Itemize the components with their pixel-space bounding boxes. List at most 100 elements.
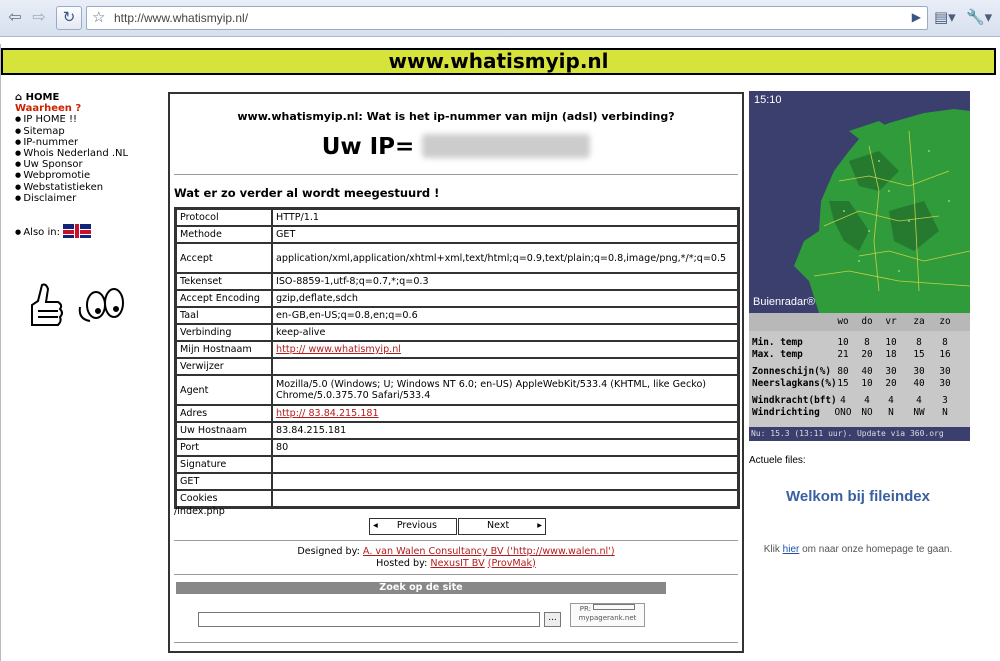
forecast-table: wo do vr za zo Nu: 15.3 (13:11 uur). Update … <box>749 313 970 441</box>
divider <box>174 540 738 541</box>
nav-home[interactable]: ⌂ HOME <box>15 92 165 103</box>
ip-blurred-value <box>422 134 591 158</box>
go-icon[interactable]: ▶ <box>912 10 921 24</box>
table-row: Accept application/xml,application/xhtml+… <box>176 243 738 273</box>
wrench-icon[interactable]: 🔧▾ <box>966 8 992 26</box>
nav-item-sitemap[interactable]: Sitemap <box>15 126 165 137</box>
left-nav: ⌂ HOME Waarheen ? IP HOME !! Sitemap IP-… <box>15 92 165 239</box>
main-panel: www.whatismyip.nl: Wat is het ip-nummer … <box>168 92 744 653</box>
header-key: Accept Encoding <box>176 290 272 307</box>
table-row: GET <box>176 473 738 490</box>
forecast-row-label: Max. temp <box>752 349 803 360</box>
forecast-value: 8 <box>942 337 948 348</box>
forecast-footer: Nu: 15.3 (13:11 uur). Update via 360.org <box>749 427 970 441</box>
forecast-row-label: Neerslagkans(%) <box>752 378 837 389</box>
header-value-link[interactable]: http:// www.whatismyip.nl <box>276 344 401 355</box>
star-icon[interactable]: ☆ <box>92 8 105 26</box>
address-bar[interactable]: ☆ http://www.whatismyip.nl/ ▶ <box>86 6 928 30</box>
reload-icon[interactable]: ↻ <box>56 6 82 30</box>
search-button[interactable]: ... <box>544 612 561 627</box>
header-key: Uw Hostnaam <box>176 422 272 439</box>
table-row: Verwijzer <box>176 358 738 375</box>
nav-item-ip-home[interactable]: IP HOME !! <box>15 114 165 125</box>
files-label: Actuele files: <box>749 455 806 466</box>
nav-item-whois[interactable]: Whois Nederland .NL <box>15 148 165 159</box>
forecast-value: 18 <box>885 349 897 360</box>
host-link-provmak[interactable]: (ProvMak) <box>488 558 536 569</box>
table-row: Tekenset ISO-8859-1,utf-8;q=0.7,*;q=0.3 <box>176 273 738 290</box>
browser-toolbar: ⇦ ⇨ ↻ ☆ http://www.whatismyip.nl/ ▶ ▤▾ 🔧… <box>0 0 1000 37</box>
forecast-value: NO <box>861 407 873 418</box>
site-search: Zoek op de site ... PR: mypagerank.net <box>176 582 666 644</box>
forecast-value: 30 <box>939 366 951 377</box>
nav-item-sponsor[interactable]: Uw Sponsor <box>15 159 165 170</box>
header-key: Signature <box>176 456 272 473</box>
forecast-day: za <box>913 316 925 327</box>
pagerank-badge[interactable]: PR: mypagerank.net <box>570 603 645 627</box>
header-key: Mijn Hostnaam <box>176 341 272 358</box>
homepage-link[interactable]: hier <box>783 544 800 555</box>
table-row: Signature <box>176 456 738 473</box>
table-row: Cookies <box>176 490 738 507</box>
table-row: Protocol HTTP/1.1 <box>176 209 738 226</box>
table-row: Mijn Hostnaam http:// www.whatismyip.nl <box>176 341 738 358</box>
header-value: keep-alive <box>272 324 738 341</box>
forecast-value: 10 <box>861 378 873 389</box>
forecast-value: 15 <box>913 349 925 360</box>
header-key: Adres <box>176 405 272 422</box>
headers-heading: Wat er zo verder al wordt meegestuurd ! <box>174 186 440 200</box>
next-button[interactable]: Next ▸ <box>458 518 546 535</box>
forecast-value: 40 <box>861 366 873 377</box>
nav-item-disclaimer[interactable]: Disclaimer <box>15 193 165 204</box>
host-link-nexusit[interactable]: NexusIT BV <box>430 558 484 569</box>
klik-post: om naar onze homepage te gaan. <box>802 544 953 555</box>
table-row: Verbinding keep-alive <box>176 324 738 341</box>
uk-flag-icon[interactable] <box>63 224 92 239</box>
forward-arrow-icon[interactable]: ⇨ <box>28 7 50 27</box>
credits: Designed by: A. van Walen Consultancy BV… <box>170 546 742 569</box>
designer-link[interactable]: A. van Walen Consultancy BV ('http://www… <box>363 546 615 557</box>
nav-item-webpromotie[interactable]: Webpromotie <box>15 170 165 181</box>
table-row: Methode GET <box>176 226 738 243</box>
previous-button[interactable]: ◂ Previous <box>369 518 457 535</box>
page-menu-icon[interactable]: ▤▾ <box>934 8 956 26</box>
forecast-value: 4 <box>864 395 870 406</box>
header-key: Accept <box>176 243 272 273</box>
forecast-value: 4 <box>840 395 846 406</box>
forecast-value: NW <box>913 407 925 418</box>
address-url[interactable]: http://www.whatismyip.nl/ <box>114 11 248 25</box>
forecast-row-label: Windrichting <box>752 407 820 418</box>
forecast-value: 8 <box>864 337 870 348</box>
weather-widget[interactable]: 15:10 Buienradar® wo do vr za zo Nu: 15.3 (1… <box>749 91 970 441</box>
header-key: Cookies <box>176 490 272 507</box>
headers-table: Protocol HTTP/1.1 Methode GET Accept applicat… <box>174 207 740 509</box>
forecast-value: 21 <box>837 349 849 360</box>
header-value <box>272 358 738 375</box>
header-value: Mozilla/5.0 (Windows; U; Windows NT 6.0;… <box>272 375 738 405</box>
forecast-day: vr <box>885 316 897 327</box>
search-input[interactable] <box>198 612 540 627</box>
divider <box>174 642 738 643</box>
nav-item-ip-nummer[interactable]: IP-nummer <box>15 137 165 148</box>
forecast-value: 10 <box>837 337 849 348</box>
forecast-value: 8 <box>916 337 922 348</box>
header-value: http:// 83.84.215.181 <box>272 405 738 422</box>
site-title: www.whatismyip.nl <box>1 48 996 75</box>
header-value: 80 <box>272 439 738 456</box>
forecast-value: 30 <box>885 366 897 377</box>
header-value-link[interactable]: http:// 83.84.215.181 <box>276 408 379 419</box>
header-value: GET <box>272 226 738 243</box>
forecast-value: 40 <box>913 378 925 389</box>
also-in-label: Also in: <box>23 227 60 239</box>
table-row: Accept Encoding gzip,deflate,sdch <box>176 290 738 307</box>
header-key: Tekenset <box>176 273 272 290</box>
forecast-value: 30 <box>939 378 951 389</box>
nav-item-webstatistieken[interactable]: Webstatistieken <box>15 182 165 193</box>
prev-arrow-icon: ◂ <box>373 520 378 531</box>
table-row: Taal en-GB,en-US;q=0.8,en;q=0.6 <box>176 307 738 324</box>
buienradar-logo: Buienradar® <box>753 296 815 308</box>
netherlands-weather-map <box>749 91 970 313</box>
header-value <box>272 490 738 507</box>
nav-home-label: HOME <box>25 92 60 103</box>
back-arrow-icon[interactable]: ⇦ <box>4 7 26 27</box>
